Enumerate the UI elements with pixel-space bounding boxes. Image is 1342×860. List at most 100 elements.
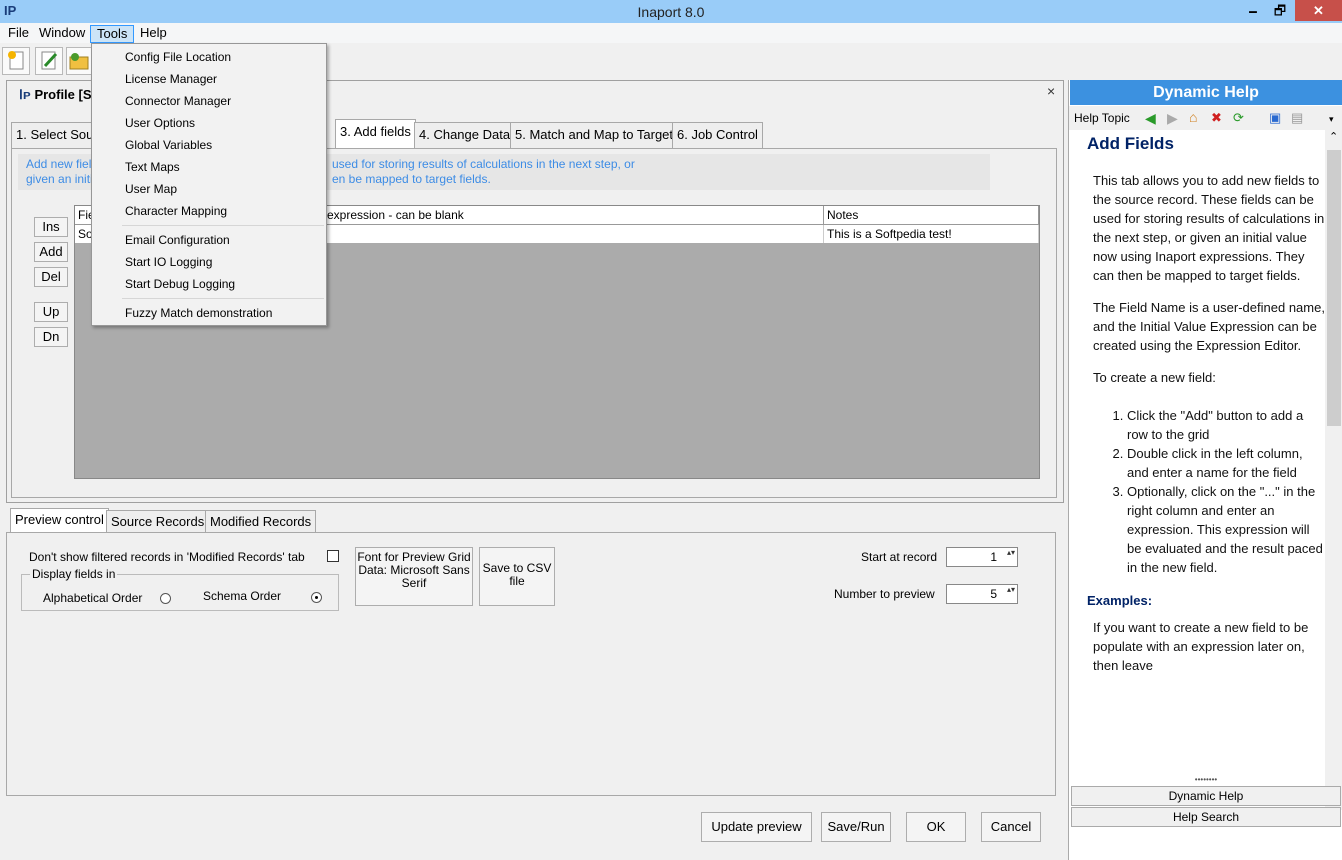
new-profile-button[interactable] xyxy=(2,47,30,75)
help-content: Add Fields This tab allows you to add ne… xyxy=(1069,130,1327,810)
minimize-button[interactable]: 🗕 xyxy=(1238,0,1268,21)
help-paragraph-3: To create a new field: xyxy=(1093,370,1216,385)
menu-user-map[interactable]: User Map xyxy=(125,181,177,197)
menu-window[interactable]: Window xyxy=(33,25,91,43)
preview-control-content: Don't show filtered records in 'Modified… xyxy=(6,532,1056,796)
profile-logo-icon: Ⅰᴘ xyxy=(19,87,35,102)
info-line2-left: given an initi xyxy=(26,172,93,186)
toolbar-overflow-icon[interactable]: ▾ xyxy=(1329,114,1334,125)
tab-match-map[interactable]: 5. Match and Map to Target xyxy=(510,122,679,148)
edit-profile-button[interactable] xyxy=(35,47,63,75)
delete-row-button[interactable]: Del xyxy=(34,267,68,287)
start-at-record-label: Start at record xyxy=(861,550,938,564)
dont-show-filtered-checkbox[interactable] xyxy=(327,550,339,562)
tab-help-search[interactable]: Help Search xyxy=(1071,807,1341,827)
grid-header-notes[interactable]: Notes xyxy=(824,206,1039,225)
help-paragraph-4: If you want to create a new field to be … xyxy=(1093,620,1309,673)
forward-icon[interactable]: ▶ xyxy=(1167,110,1178,127)
menu-text-maps[interactable]: Text Maps xyxy=(125,159,180,175)
save-csv-button[interactable]: Save to CSV file xyxy=(479,547,555,606)
menu-license-manager[interactable]: License Manager xyxy=(125,71,217,87)
open-folder-icon xyxy=(69,53,89,70)
display-fields-group: Display fields in Alphabetical Order Sch… xyxy=(21,567,339,611)
profile-title: Ⅰᴘ Profile [S xyxy=(19,87,92,102)
splitter-grip[interactable]: •••••••• xyxy=(1069,776,1342,784)
number-to-preview-spinner[interactable]: 5 xyxy=(946,584,1018,604)
tools-dropdown-menu: Config File Location License Manager Con… xyxy=(91,43,327,326)
help-step: Optionally, click on the "..." in the ri… xyxy=(1127,482,1327,577)
menu-user-options[interactable]: User Options xyxy=(125,115,195,131)
schema-order-radio[interactable] xyxy=(311,592,323,604)
stop-icon[interactable]: ✖ xyxy=(1211,110,1222,126)
refresh-icon[interactable]: ⟳ xyxy=(1233,110,1244,126)
tab-modified-records[interactable]: Modified Records xyxy=(205,510,317,532)
start-at-record-spinner[interactable]: 1 xyxy=(946,547,1018,567)
info-line1-right: used for storing results of calculations… xyxy=(332,157,635,171)
edit-icon xyxy=(41,51,58,70)
tab-add-fields[interactable]: 3. Add fields xyxy=(335,119,416,149)
cancel-button[interactable]: Cancel xyxy=(981,812,1041,842)
dont-show-filtered-label: Don't show filtered records in 'Modified… xyxy=(29,550,305,564)
update-preview-button[interactable]: Update preview xyxy=(701,812,812,842)
help-step: Click the "Add" button to add a row to t… xyxy=(1127,406,1327,444)
menu-fuzzy-match-demo[interactable]: Fuzzy Match demonstration xyxy=(125,305,272,321)
dynamic-help-header: Dynamic Help xyxy=(1070,80,1342,105)
alphabetical-order-label: Alphabetical Order xyxy=(43,591,143,605)
menu-tools[interactable]: Tools xyxy=(90,25,135,43)
info-line1-left: Add new fiel xyxy=(26,157,92,171)
menu-start-io-logging[interactable]: Start IO Logging xyxy=(125,254,212,270)
maximize-button[interactable]: 🗗 xyxy=(1265,0,1295,21)
tab-dynamic-help[interactable]: Dynamic Help xyxy=(1071,786,1341,806)
grid-header-expression[interactable]: expression - can be blank xyxy=(327,206,824,225)
dynamic-help-panel: Dynamic Help Help Topic ◀ ▶ ⌂ ✖ ⟳ ▣ ▤ ▾ … xyxy=(1068,80,1342,860)
menu-character-mapping[interactable]: Character Mapping xyxy=(125,203,227,219)
close-window-button[interactable]: ✕ xyxy=(1295,0,1342,21)
help-toolbar: Help Topic ◀ ▶ ⌂ ✖ ⟳ ▣ ▤ ▾ xyxy=(1069,106,1342,130)
menu-help[interactable]: Help xyxy=(134,25,173,43)
schema-order-label: Schema Order xyxy=(203,589,282,603)
scroll-up-icon[interactable]: ⌃ xyxy=(1329,130,1338,143)
scroll-thumb[interactable] xyxy=(1327,150,1341,426)
tab-job-control[interactable]: 6. Job Control xyxy=(672,122,763,148)
menu-start-debug-logging[interactable]: Start Debug Logging xyxy=(125,276,235,292)
grid-cell-expression[interactable] xyxy=(327,225,824,243)
open-profile-button[interactable] xyxy=(66,47,94,75)
tab-select-source[interactable]: 1. Select Sour xyxy=(11,122,103,148)
ok-button[interactable]: OK xyxy=(906,812,966,842)
window-title: Inaport 8.0 xyxy=(637,4,705,20)
title-bar: IP Inaport 8.0 🗕 🗗 ✕ xyxy=(0,0,1342,23)
help-title: Add Fields xyxy=(1087,134,1174,153)
move-up-button[interactable]: Up xyxy=(34,302,68,322)
help-examples-heading: Examples: xyxy=(1087,593,1153,608)
tab-change-data[interactable]: 4. Change Data xyxy=(414,122,516,148)
help-topic-label: Help Topic xyxy=(1074,111,1130,125)
menu-email-configuration[interactable]: Email Configuration xyxy=(125,232,230,248)
move-down-button[interactable]: Dn xyxy=(34,327,68,347)
save-run-button[interactable]: Save/Run xyxy=(821,812,891,842)
alphabetical-order-radio[interactable] xyxy=(160,593,171,605)
menu-global-variables[interactable]: Global Variables xyxy=(125,137,212,153)
menu-connector-manager[interactable]: Connector Manager xyxy=(125,93,231,109)
insert-row-button[interactable]: Ins xyxy=(34,217,68,237)
display-fields-label: Display fields in xyxy=(30,567,118,581)
grid-cell-notes[interactable]: This is a Softpedia test! xyxy=(824,225,1039,243)
info-line2-right: en be mapped to target fields. xyxy=(332,172,491,186)
tab-preview-control[interactable]: Preview control xyxy=(10,508,109,533)
menu-config-file-location[interactable]: Config File Location xyxy=(125,49,231,65)
help-paragraph-1: This tab allows you to add new fields to… xyxy=(1093,173,1325,283)
sync-icon[interactable]: ▣ xyxy=(1269,110,1281,126)
menu-file[interactable]: File xyxy=(2,25,35,43)
tab-source-records[interactable]: Source Records xyxy=(106,510,210,532)
font-preview-button[interactable]: Font for Preview Grid Data: Microsoft Sa… xyxy=(355,547,473,606)
new-document-icon xyxy=(8,51,24,70)
help-paragraph-2: The Field Name is a user-defined name, a… xyxy=(1093,300,1325,353)
close-panel-button[interactable]: × xyxy=(1047,83,1055,99)
menu-separator xyxy=(122,298,324,299)
home-icon[interactable]: ⌂ xyxy=(1189,109,1197,125)
help-step: Double click in the left column, and ent… xyxy=(1127,444,1327,482)
print-icon[interactable]: ▤ xyxy=(1291,110,1303,126)
menu-bar: File Window Tools Help xyxy=(0,23,1342,43)
add-row-button[interactable]: Add xyxy=(34,242,68,262)
help-scrollbar[interactable]: ⌃ ⌄ xyxy=(1325,130,1342,810)
back-icon[interactable]: ◀ xyxy=(1145,110,1156,127)
